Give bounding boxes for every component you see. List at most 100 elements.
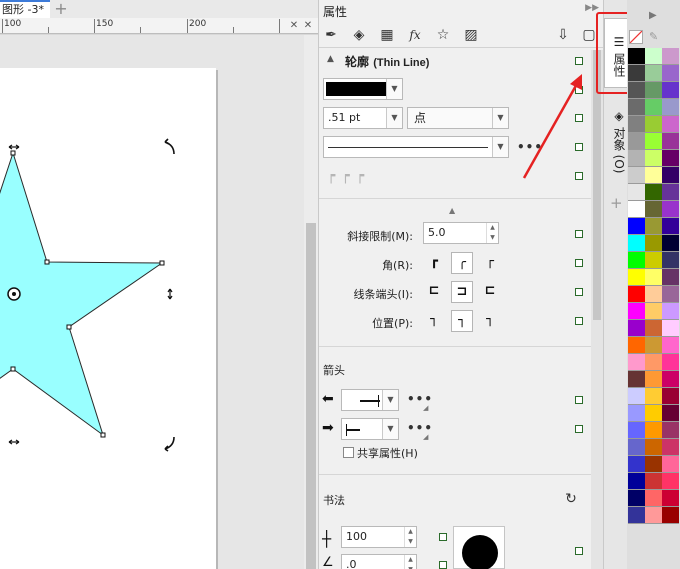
color-swatch[interactable] [628, 371, 645, 388]
document-tab[interactable]: 图形 -3* [0, 0, 50, 18]
color-swatch[interactable] [662, 337, 679, 354]
color-swatch[interactable] [662, 252, 679, 269]
lock-icon[interactable] [575, 425, 583, 433]
color-swatch[interactable] [662, 507, 679, 524]
color-swatch[interactable] [662, 65, 679, 82]
color-swatch[interactable] [645, 48, 662, 65]
reset-rotate-icon[interactable]: ↻ [561, 489, 581, 509]
square-cap-icon[interactable]: ⊏ [479, 281, 501, 303]
color-swatch[interactable] [645, 65, 662, 82]
no-color-swatch[interactable] [629, 30, 643, 44]
bevel-corner-icon[interactable]: ┌ [479, 252, 501, 274]
inside-position-icon[interactable]: ┐ [479, 310, 501, 332]
color-swatch[interactable] [645, 235, 662, 252]
color-swatch[interactable] [662, 167, 679, 184]
round-corner-icon[interactable]: ╭ [451, 252, 473, 274]
color-swatch[interactable] [628, 354, 645, 371]
color-swatch[interactable] [662, 286, 679, 303]
center-position-icon[interactable]: ┐ [451, 310, 473, 332]
ruler-close-icon[interactable]: ✕ [302, 20, 314, 32]
node-handle[interactable] [66, 324, 72, 330]
color-swatch[interactable] [628, 133, 645, 150]
fill-bucket-icon[interactable]: ◈ [349, 25, 369, 45]
color-swatch[interactable] [628, 303, 645, 320]
color-swatch[interactable] [645, 82, 662, 99]
color-swatch[interactable] [662, 388, 679, 405]
canvas-vertical-scrollbar[interactable] [304, 35, 318, 569]
color-swatch[interactable] [645, 252, 662, 269]
drawing-canvas[interactable] [0, 35, 318, 569]
end-arrow-dropdown[interactable]: ▼ [341, 418, 399, 440]
color-swatch[interactable] [645, 269, 662, 286]
color-swatch[interactable] [645, 507, 662, 524]
color-swatch[interactable] [662, 371, 679, 388]
color-swatch[interactable] [645, 490, 662, 507]
add-tab-icon[interactable]: + [610, 194, 623, 212]
outline-pen-icon[interactable]: ✒ [321, 25, 341, 45]
color-swatch[interactable] [645, 218, 662, 235]
color-swatch[interactable] [645, 116, 662, 133]
lock-icon[interactable] [575, 57, 583, 65]
outside-position-icon[interactable]: ┐ [423, 310, 445, 332]
spin-arrows-icon[interactable]: ▲▼ [404, 527, 416, 547]
color-swatch[interactable] [645, 422, 662, 439]
stretch-field[interactable]: 100 ▲ ▼ [341, 526, 417, 548]
color-swatch[interactable] [628, 252, 645, 269]
color-swatch[interactable] [628, 201, 645, 218]
color-swatch[interactable] [628, 456, 645, 473]
color-swatch[interactable] [662, 456, 679, 473]
color-swatch[interactable] [645, 371, 662, 388]
color-swatch[interactable] [628, 235, 645, 252]
color-swatch[interactable] [662, 82, 679, 99]
collapse-caret-icon[interactable]: ▲ [327, 54, 334, 64]
chevron-down-icon[interactable]: ▼ [382, 390, 398, 410]
chevron-down-icon[interactable]: ▼ [492, 137, 508, 157]
lock-icon[interactable] [575, 317, 583, 325]
chevron-down-icon[interactable]: ▼ [386, 108, 402, 128]
chevron-down-icon[interactable]: ▼ [382, 419, 398, 439]
color-swatch[interactable] [662, 320, 679, 337]
color-swatch[interactable] [628, 388, 645, 405]
miter-corner-icon[interactable]: ┏ [423, 252, 445, 274]
color-swatch[interactable] [662, 133, 679, 150]
lock-icon[interactable] [439, 533, 447, 541]
node-handle[interactable] [10, 150, 16, 156]
color-swatch[interactable] [662, 439, 679, 456]
color-swatch[interactable] [645, 133, 662, 150]
color-swatch[interactable] [645, 150, 662, 167]
color-swatch[interactable] [662, 405, 679, 422]
color-swatch[interactable] [628, 439, 645, 456]
lock-icon[interactable] [575, 288, 583, 296]
outline-unit-dropdown[interactable]: 点 ▼ [407, 107, 509, 129]
node-handle[interactable] [44, 259, 50, 265]
spin-arrows-icon[interactable]: ▲▼ [486, 223, 498, 243]
color-swatch[interactable] [662, 269, 679, 286]
expand-caret-icon[interactable]: ▲ [449, 206, 455, 215]
color-swatch[interactable] [628, 490, 645, 507]
miter-limit-field[interactable]: 5.0 ▲ ▼ [423, 222, 499, 244]
tab-objects[interactable]: ◈ 对象 (O) [604, 94, 628, 184]
node-handle[interactable] [100, 432, 106, 438]
color-swatch[interactable] [645, 286, 662, 303]
color-swatch[interactable] [628, 286, 645, 303]
new-tab-button[interactable]: + [52, 1, 70, 17]
chevron-down-icon[interactable]: ▼ [386, 79, 402, 99]
color-swatch[interactable] [628, 422, 645, 439]
star-shape[interactable] [0, 35, 304, 569]
lock-icon[interactable] [575, 396, 583, 404]
color-swatch[interactable] [645, 184, 662, 201]
color-swatch[interactable] [628, 405, 645, 422]
color-swatch[interactable] [662, 354, 679, 371]
horizontal-ruler[interactable]: 100 150 200 ✕ ✕ [0, 18, 318, 34]
transparency-icon[interactable]: ▦ [377, 25, 397, 45]
color-swatch[interactable] [662, 303, 679, 320]
color-swatch[interactable] [645, 303, 662, 320]
more-options-icon[interactable]: ••• [407, 392, 433, 406]
color-swatch[interactable] [662, 150, 679, 167]
color-swatch[interactable] [645, 201, 662, 218]
color-swatch[interactable] [662, 490, 679, 507]
color-swatch[interactable] [662, 116, 679, 133]
eyedropper-icon[interactable]: ✎ [649, 30, 658, 43]
node-handle[interactable] [159, 260, 165, 266]
color-swatch[interactable] [662, 218, 679, 235]
